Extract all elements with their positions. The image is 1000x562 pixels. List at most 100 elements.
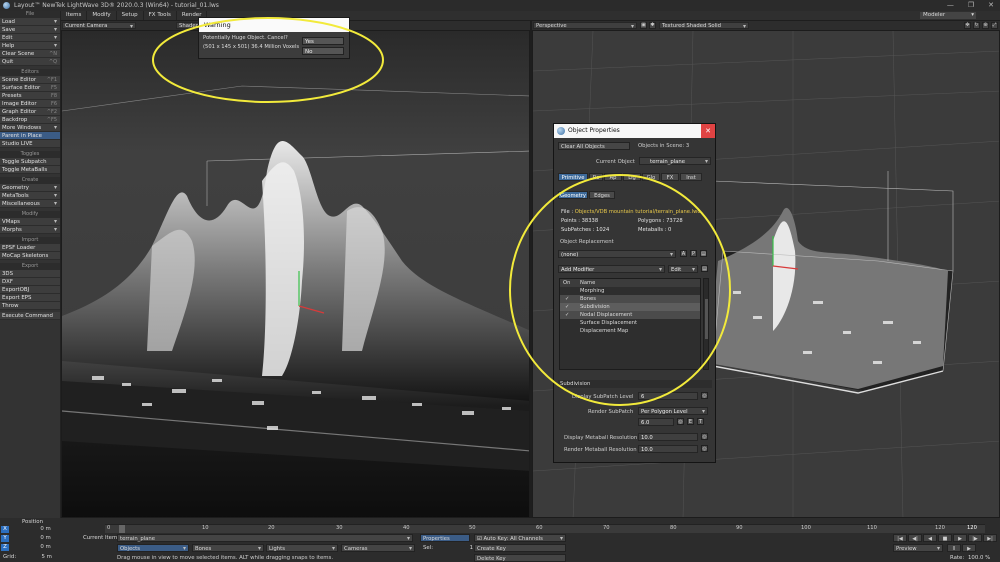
geometry-menu[interactable]: Geometry (0, 184, 60, 192)
tab-appearance[interactable]: Ap (604, 173, 622, 181)
throw-button[interactable]: Throw (0, 302, 60, 310)
execute-command-button[interactable]: Execute Command (0, 312, 60, 320)
modifier-checkbox[interactable] (560, 327, 580, 335)
maximize-button[interactable]: ❐ (968, 0, 974, 11)
minimize-button[interactable]: — (947, 0, 954, 11)
mocap-skeletons-button[interactable]: MoCap Skeletons (0, 252, 60, 260)
tab-fx-tools[interactable]: FX Tools (144, 11, 177, 20)
no-button[interactable]: No (302, 47, 344, 55)
replacement-save-icon[interactable]: ▤ (700, 250, 707, 257)
tab-setup[interactable]: Setup (117, 11, 144, 20)
export-obj-button[interactable]: ExportOBJ (0, 286, 60, 294)
x-position-value[interactable]: 0 m (11, 525, 50, 533)
image-editor-button[interactable]: Image Editor F6 (0, 100, 60, 108)
bones-mode-button[interactable]: Bones (192, 544, 264, 553)
parent-in-place-toggle[interactable]: Parent in Place (0, 132, 60, 140)
envelope-icon[interactable]: ◎ (701, 433, 708, 440)
presets-button[interactable]: Presets F8 (0, 92, 60, 100)
modifier-row-surface-displacement[interactable]: Surface Displacement (560, 319, 700, 327)
modifier-checkbox[interactable] (560, 287, 580, 295)
stop-icon[interactable]: ■ (938, 534, 952, 542)
pause-icon[interactable]: II (947, 544, 961, 552)
rate-value[interactable]: 100.0 % (968, 554, 990, 562)
tab-global[interactable]: Glo (642, 173, 660, 181)
create-key-button[interactable]: Create Key (474, 544, 566, 552)
envelope-icon[interactable]: ◎ (677, 418, 684, 425)
edit-modifier-dropdown[interactable]: Edit (668, 265, 698, 274)
modifier-row-bones[interactable]: ✓ Bones (560, 295, 700, 303)
vmaps-menu[interactable]: VMaps (0, 218, 60, 226)
objects-mode-button[interactable]: Objects (117, 544, 189, 553)
tab-edges[interactable]: Edges (589, 191, 615, 199)
load-menu[interactable]: Load (0, 18, 60, 26)
scene-editor-button[interactable]: Scene Editor ^F1 (0, 76, 60, 84)
grid-value[interactable]: 5 m (18, 553, 51, 561)
tab-render[interactable]: Re (589, 173, 603, 181)
modifier-row-displacement-map[interactable]: Displacement Map (560, 327, 700, 335)
backdrop-button[interactable]: Backdrop ^F5 (0, 116, 60, 124)
rotate-view-icon[interactable]: ↻ (973, 22, 980, 29)
cameras-mode-button[interactable]: Cameras (341, 544, 415, 553)
modifier-save-icon[interactable]: ▤ (701, 265, 708, 272)
modeler-switch-dropdown[interactable]: Modeler (920, 12, 976, 19)
export-3ds-button[interactable]: 3DS (0, 270, 60, 278)
play-icon[interactable]: ▶ (953, 534, 967, 542)
envelope-icon[interactable]: ◎ (701, 392, 708, 399)
end-frame-field[interactable]: 120 (967, 525, 977, 531)
y-position-value[interactable]: 0 m (11, 534, 50, 542)
add-modifier-dropdown[interactable]: Add Modifier (558, 265, 665, 274)
delete-key-button[interactable]: Delete Key (474, 554, 566, 562)
right-shading-dropdown[interactable]: Textured Shaded Solid (659, 22, 749, 30)
scrollbar-thumb[interactable] (705, 299, 708, 339)
metatools-menu[interactable]: MetaTools (0, 192, 60, 200)
modifier-list-scrollbar[interactable] (703, 278, 709, 370)
properties-button[interactable]: Properties (420, 534, 470, 542)
envelope-icon[interactable]: ◎ (701, 445, 708, 452)
move-view-icon[interactable]: ✥ (964, 22, 971, 29)
maximize-viewport-icon[interactable]: ▣ (640, 22, 647, 29)
clear-all-objects-button[interactable]: Clear All Objects (558, 142, 630, 150)
tab-fx[interactable]: FX (661, 173, 679, 181)
perspective-view-dropdown[interactable]: Perspective (533, 22, 637, 30)
replacement-p-button[interactable]: P (690, 250, 697, 257)
play-preview-icon[interactable]: ▶ (962, 544, 976, 552)
yes-button[interactable]: Yes (302, 37, 344, 45)
current-item-dropdown[interactable]: terrain_plane (117, 534, 413, 543)
studio-live-button[interactable]: Studio LIVE (0, 140, 60, 148)
render-subpatch-level-input[interactable]: 6.0 (638, 418, 674, 426)
morphs-menu[interactable]: Morphs (0, 226, 60, 234)
modifier-checkbox[interactable]: ✓ (560, 295, 580, 303)
export-eps-button[interactable]: Export EPS (0, 294, 60, 302)
fit-view-icon[interactable]: ⤢ (991, 22, 998, 29)
replacement-a-button[interactable]: A (680, 250, 687, 257)
step-forward-icon[interactable]: |▶ (968, 534, 982, 542)
surface-editor-button[interactable]: Surface Editor F5 (0, 84, 60, 92)
modifier-row-morphing[interactable]: Morphing (560, 287, 700, 295)
display-metaball-input[interactable]: 10.0 (638, 433, 698, 441)
toggle-subpatch-button[interactable]: Toggle Subpatch (0, 158, 60, 166)
close-window-button[interactable]: ✕ (988, 0, 994, 11)
timeline-slider-thumb[interactable] (119, 525, 125, 533)
step-back-icon[interactable]: ◀| (908, 534, 922, 542)
gear-icon[interactable]: ✱ (649, 22, 656, 29)
current-object-dropdown[interactable]: terrain_plane (639, 157, 711, 166)
auto-key-dropdown[interactable]: ☑ Auto Key: All Channels (474, 534, 566, 543)
more-windows-menu[interactable]: More Windows (0, 124, 60, 132)
tab-modify[interactable]: Modify (87, 11, 117, 20)
graph-editor-button[interactable]: Graph Editor ^F2 (0, 108, 60, 116)
miscellaneous-menu[interactable]: Miscellaneous (0, 200, 60, 208)
go-to-end-icon[interactable]: ▶| (983, 534, 997, 542)
help-menu[interactable]: Help (0, 42, 60, 50)
zoom-view-icon[interactable]: ⊕ (982, 22, 989, 29)
texture-t-button[interactable]: T (697, 418, 704, 425)
tab-instances[interactable]: Inst (680, 173, 702, 181)
object-replacement-dropdown[interactable]: (none) (558, 250, 676, 259)
clear-scene-button[interactable]: Clear Scene ^N (0, 50, 60, 58)
envelope-e-button[interactable]: E (687, 418, 694, 425)
display-subpatch-input[interactable]: 6 (638, 392, 698, 400)
z-position-value[interactable]: 0 m (11, 543, 50, 551)
play-reverse-icon[interactable]: ◀ (923, 534, 937, 542)
camera-viewport[interactable] (61, 30, 530, 518)
lights-mode-button[interactable]: Lights (266, 544, 338, 553)
epsf-loader-button[interactable]: EPSF Loader (0, 244, 60, 252)
